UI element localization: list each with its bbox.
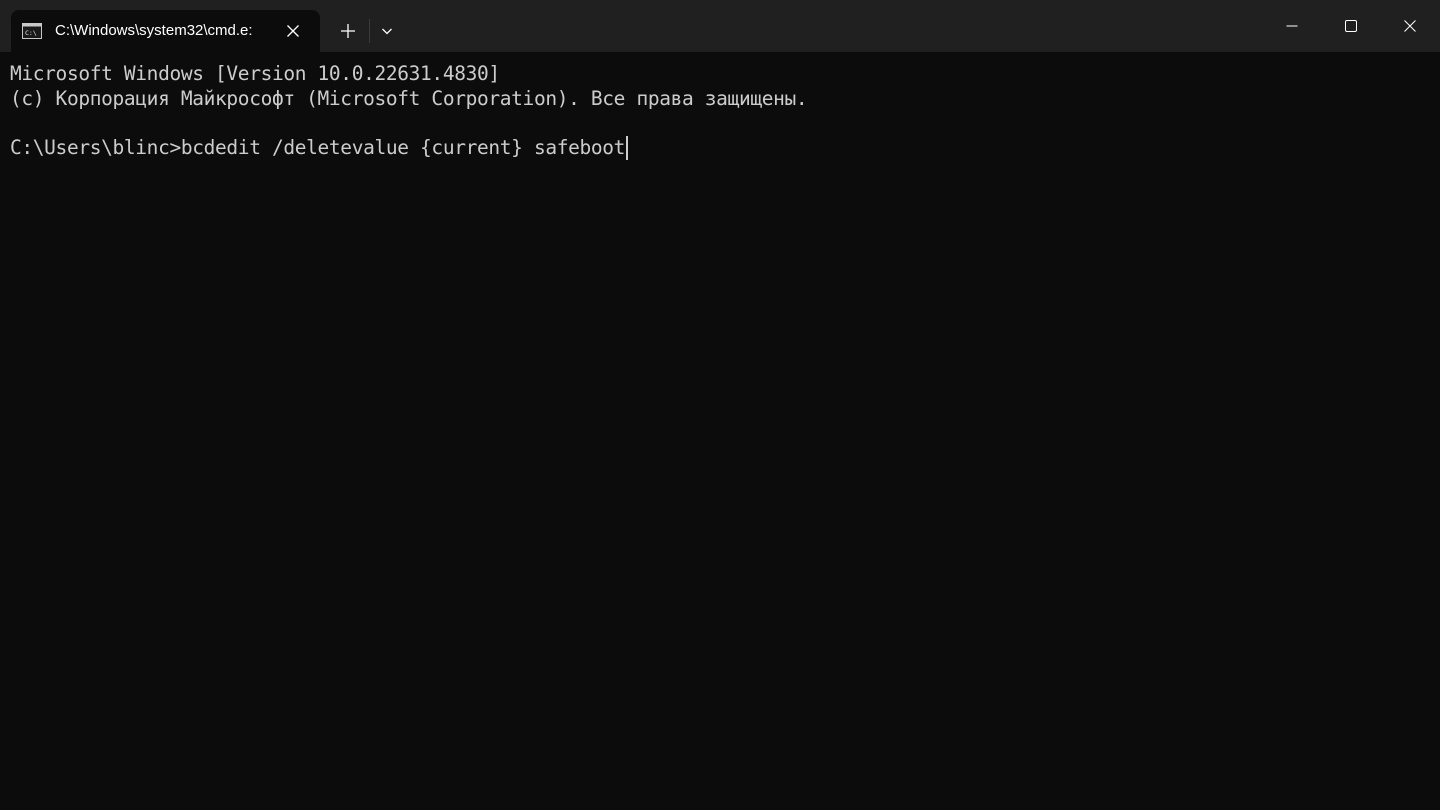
- command-line[interactable]: C:\Users\blinc>bcdedit /deletevalue {cur…: [10, 136, 1440, 161]
- text-cursor: [626, 136, 628, 161]
- output-line-copyright: (c) Корпорация Майкрософт (Microsoft Cor…: [10, 86, 808, 110]
- cmd-icon: C:\: [22, 23, 42, 39]
- tab-cmd[interactable]: C:\ C:\Windows\system32\cmd.e:: [11, 10, 320, 52]
- title-bar[interactable]: C:\ C:\Windows\system32\cmd.e:: [0, 0, 1440, 52]
- minimize-icon: [1286, 25, 1298, 27]
- tab-close-icon[interactable]: [283, 21, 303, 41]
- close-button[interactable]: [1380, 0, 1440, 52]
- maximize-icon: [1345, 20, 1357, 32]
- output-line-version: Microsoft Windows [Version 10.0.22631.48…: [10, 62, 500, 85]
- terminal-output[interactable]: Microsoft Windows [Version 10.0.22631.48…: [0, 52, 1440, 810]
- minimize-button[interactable]: [1262, 0, 1322, 52]
- new-tab-icon[interactable]: [334, 17, 362, 45]
- svg-text:C:\: C:\: [25, 29, 37, 37]
- close-icon: [1404, 20, 1416, 32]
- tab-title: C:\Windows\system32\cmd.e:: [55, 22, 253, 39]
- output-line-blank: [10, 112, 1440, 137]
- command-text: C:\Users\blinc>bcdedit /deletevalue {cur…: [10, 136, 626, 160]
- tab-divider: [369, 19, 370, 43]
- chevron-down-icon[interactable]: [374, 17, 400, 45]
- maximize-button[interactable]: [1321, 0, 1381, 52]
- terminal-window: C:\ C:\Windows\system32\cmd.e: Microsoft…: [0, 0, 1440, 810]
